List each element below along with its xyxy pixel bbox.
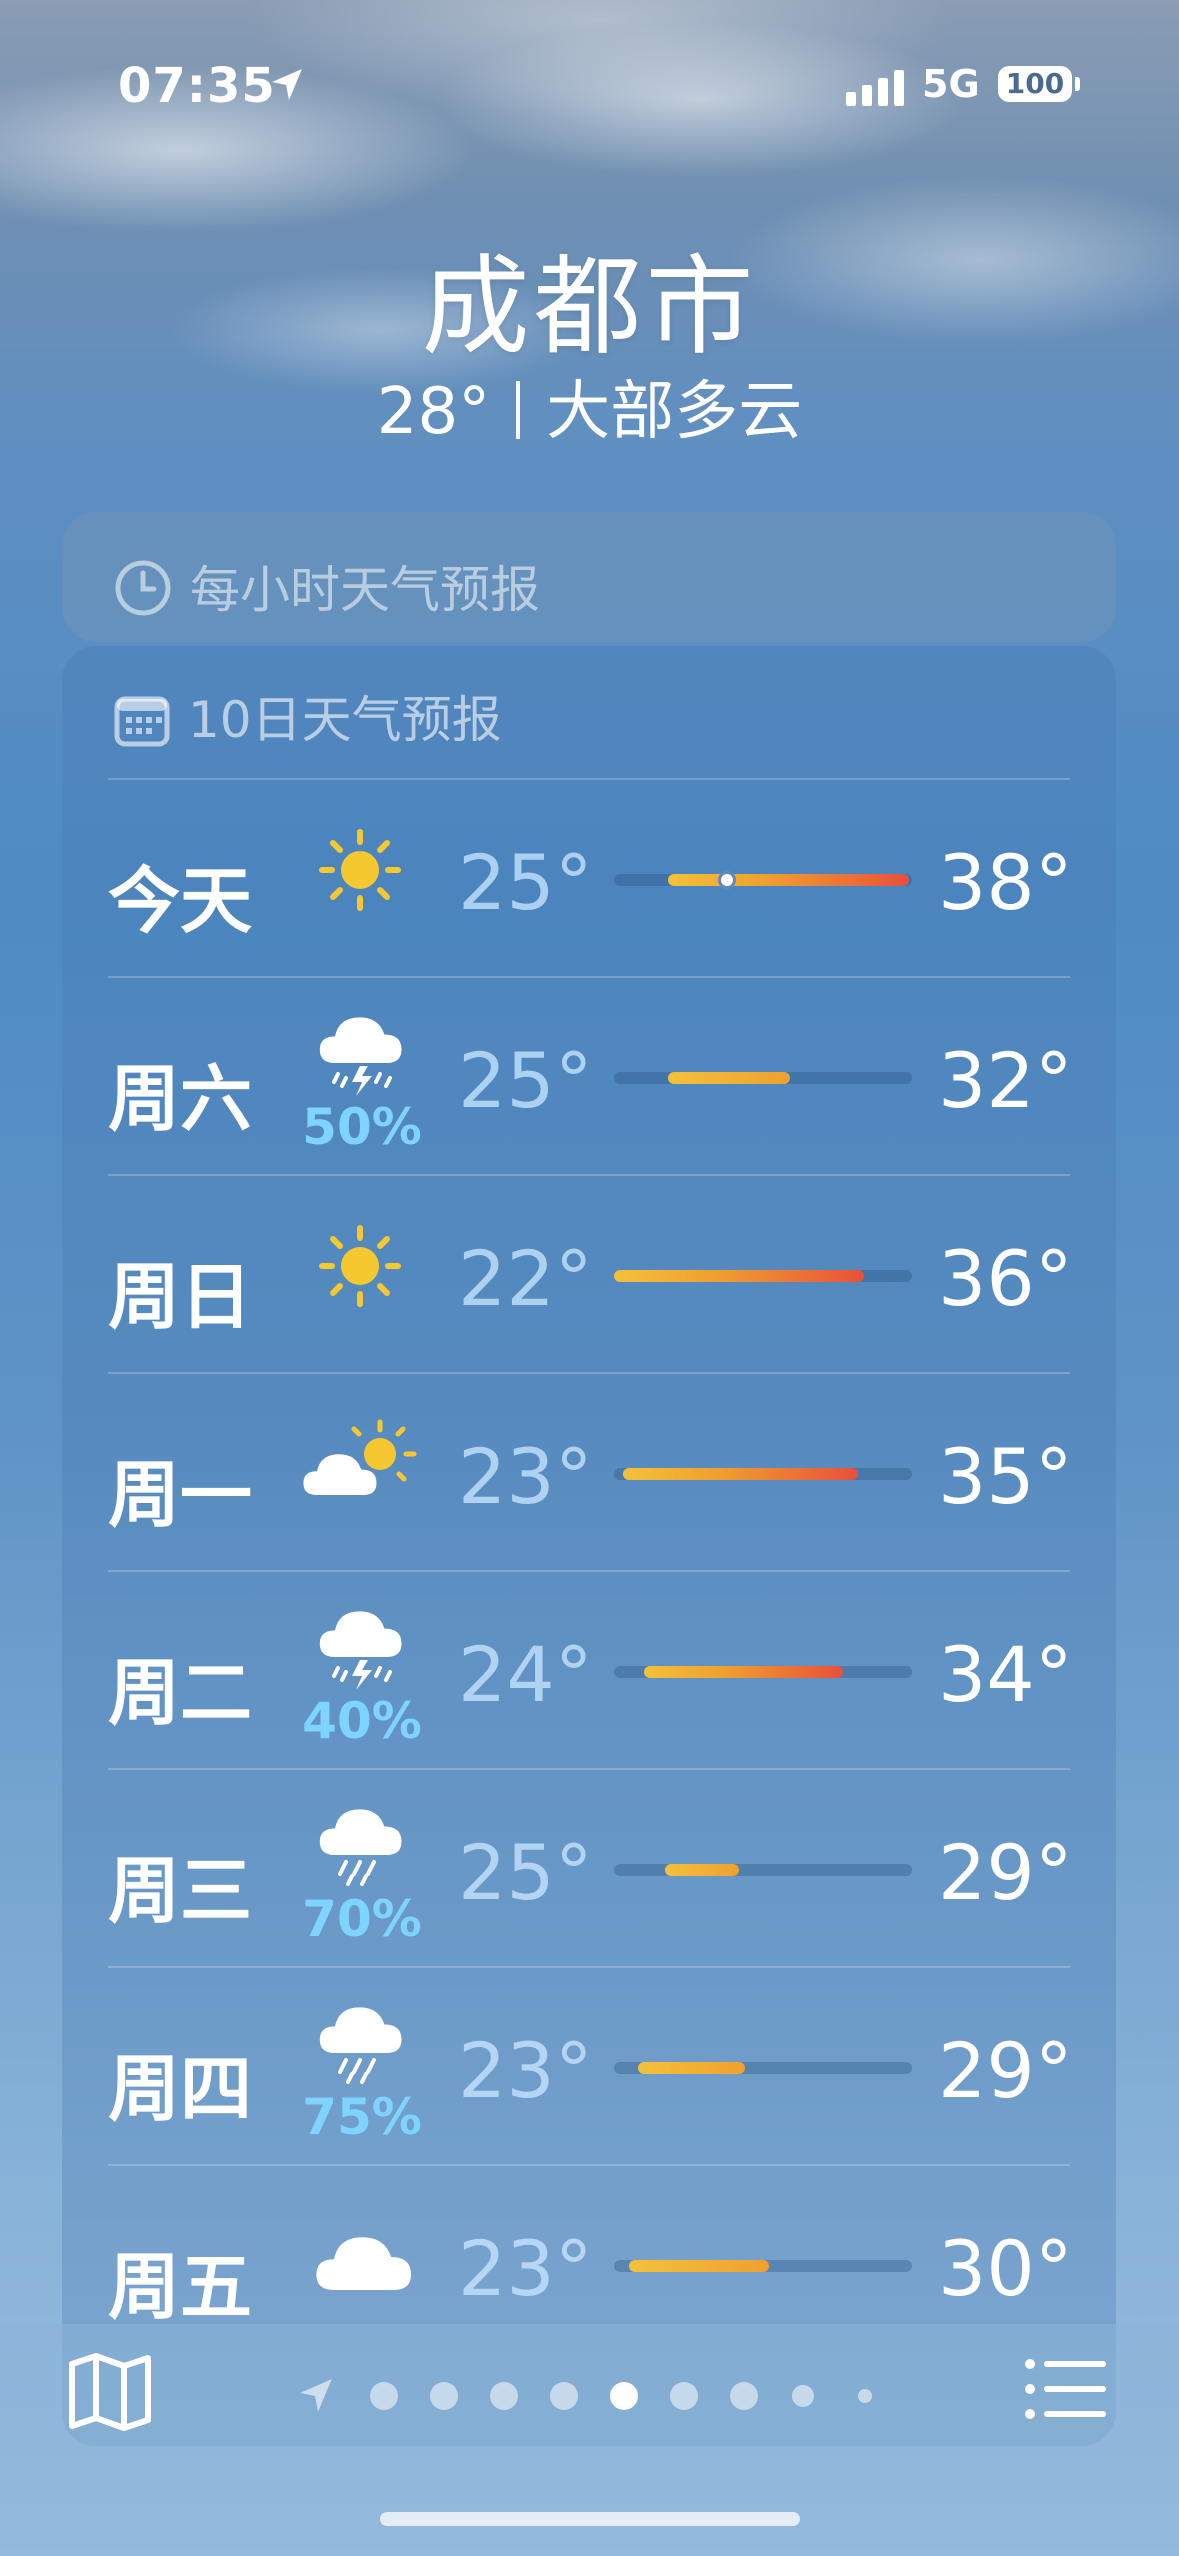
sun-icon [302,820,422,920]
forecast-day-label: 周二 [108,1651,253,1735]
rain-icon [302,1800,422,1900]
forecast-day-label: 周五 [108,2245,253,2329]
temperature-range-bar [614,1072,912,1084]
cloud-icon [302,2206,422,2306]
page-dot[interactable] [858,2389,872,2403]
hourly-forecast-header[interactable]: 每小时天气预报 [114,550,540,622]
low-temperature: 23° [458,2026,593,2115]
page-dot[interactable] [490,2382,518,2410]
forecast-day-label: 周日 [108,1255,253,1339]
forecast-day-label: 周一 [108,1453,253,1537]
high-temperature: 38° [938,838,1073,927]
rain-icon [302,1998,422,2098]
page-dot[interactable] [370,2382,398,2410]
temperature-range-bar [614,871,912,889]
low-temperature: 25° [458,1036,593,1125]
status-time: 07:35 [118,58,276,114]
current-temperature-marker [718,871,737,889]
temperature-range-bar [614,2260,912,2272]
temperature-range-fill [667,1072,790,1084]
forecast-row[interactable]: 周三 70% 25° 29° [62,1770,1116,1968]
low-temperature: 23° [458,2224,593,2313]
temperature-range-fill [643,1666,844,1678]
page-dot[interactable] [430,2382,458,2410]
high-temperature: 34° [938,1630,1073,1719]
partly-sunny-icon [302,1414,422,1514]
high-temperature: 32° [938,1036,1073,1125]
forecast-row[interactable]: 周一 23° 35° [62,1374,1116,1572]
thunderstorm-icon [302,1602,422,1702]
forecast-row[interactable]: 周四 75% 23° 29° [62,1968,1116,2166]
current-temperature: 28° [376,375,491,449]
precipitation-chance: 75% [302,2088,422,2146]
thunderstorm-icon [302,1008,422,1108]
ten-day-forecast-header: 10日天气预报 [114,680,502,752]
forecast-day-label: 周三 [108,1849,253,1933]
page-dot[interactable] [730,2382,758,2410]
high-temperature: 35° [938,1432,1073,1521]
clock-icon [115,560,171,616]
precipitation-chance: 40% [302,1692,422,1750]
divider [516,381,521,439]
low-temperature: 22° [458,1234,593,1323]
map-icon[interactable] [66,2350,154,2434]
calendar-icon [114,696,170,747]
precipitation-chance: 50% [302,1098,422,1156]
location-arrow-icon [300,2379,332,2412]
page-dot[interactable] [550,2382,578,2410]
home-indicator[interactable] [380,2512,800,2526]
temperature-range-fill [622,1468,859,1480]
temperature-range-fill [614,1270,865,1282]
low-temperature: 24° [458,1630,593,1719]
precipitation-chance: 70% [302,1890,422,1948]
hourly-forecast-title: 每小时天气预报 [190,561,540,619]
current-condition: 大部多云 [546,375,803,449]
location-arrow-icon [272,69,302,100]
forecast-row[interactable]: 周日 22° 36° [62,1176,1116,1374]
status-bar: 07:35 5G 100 [0,58,1179,118]
forecast-day-label: 今天 [108,859,253,943]
high-temperature: 30° [938,2224,1073,2313]
battery-tip [1075,77,1080,91]
forecast-row[interactable]: 周六 50% 25° 32° [62,978,1116,1176]
high-temperature: 36° [938,1234,1073,1323]
high-temperature: 29° [938,2026,1073,2115]
temperature-range-fill [628,2260,769,2272]
cellular-signal-icon [846,70,904,106]
list-icon[interactable] [1024,2358,1108,2420]
forecast-day-label: 周四 [108,2047,253,2131]
forecast-row[interactable]: 周二 40% 24° 34° [62,1572,1116,1770]
low-temperature: 25° [458,838,593,927]
temperature-range-bar [614,1666,912,1678]
temperature-range-bar [614,1270,912,1282]
forecast-row[interactable]: 今天 25° 38° [62,780,1116,978]
temperature-range-bar [614,1864,912,1876]
low-temperature: 23° [458,1432,593,1521]
ten-day-forecast-title: 10日天气预报 [188,691,502,749]
page-dot-active[interactable] [610,2382,638,2410]
ten-day-forecast-card[interactable]: 10日天气预报 今天 25° 38° 周六 50% 25° 32° 周日 22° 36° 周一 23°… [62,646,1116,2446]
forecast-day-label: 周六 [108,1057,253,1141]
weather-summary: 28° 大部多云 [0,360,1179,452]
hourly-forecast-card[interactable]: 每小时天气预报 [62,512,1116,642]
high-temperature: 29° [938,1828,1073,1917]
page-dot[interactable] [670,2382,698,2410]
low-temperature: 25° [458,1828,593,1917]
temperature-range-bar [614,2062,912,2074]
temperature-range-fill [667,874,909,886]
battery-icon: 100 [998,66,1072,102]
temperature-range-fill [664,1864,740,1876]
sun-icon [302,1216,422,1316]
page-dot[interactable] [792,2385,814,2407]
network-type: 5G [922,62,980,106]
temperature-range-fill [637,2062,746,2074]
city-name: 成都市 [421,245,758,370]
temperature-range-bar [614,1468,912,1480]
